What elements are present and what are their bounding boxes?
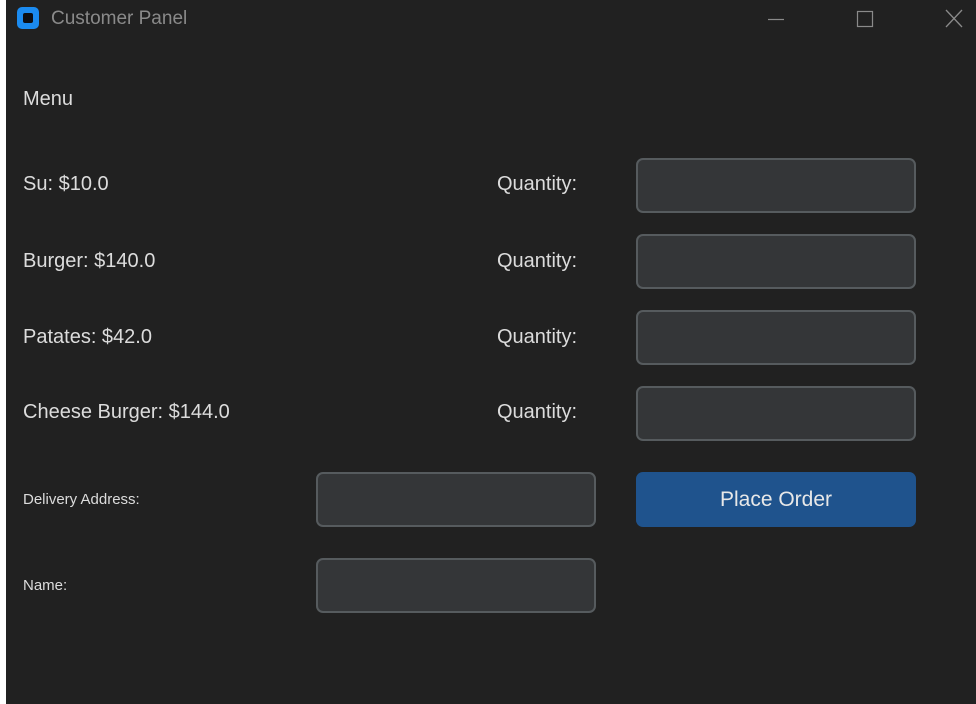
maximize-button[interactable]	[842, 0, 888, 36]
name-input[interactable]	[316, 558, 596, 613]
menu-item-burger-label: Burger: $140.0	[23, 250, 156, 272]
menu-item-su-label: Su: $10.0	[23, 173, 109, 195]
customer-panel-window: Customer Panel Menu Su: $10.0 Quantity: …	[6, 0, 976, 704]
delivery-address-input[interactable]	[316, 472, 596, 527]
name-label: Name:	[23, 577, 68, 594]
quantity-input-su[interactable]	[636, 158, 916, 213]
quantity-label-burger: Quantity:	[497, 250, 578, 272]
quantity-input-burger[interactable]	[636, 234, 916, 289]
close-button[interactable]	[930, 0, 976, 36]
minimize-icon	[768, 18, 784, 21]
quantity-label-su: Quantity:	[497, 173, 578, 195]
quantity-label-cheese-burger: Quantity:	[497, 401, 578, 423]
place-order-button[interactable]: Place Order	[636, 472, 916, 527]
quantity-input-patates[interactable]	[636, 310, 916, 365]
menu-item-patates-label: Patates: $42.0	[23, 326, 152, 348]
close-icon	[945, 9, 963, 28]
app-icon	[17, 7, 39, 29]
menu-heading: Menu	[23, 88, 74, 110]
quantity-input-cheese-burger[interactable]	[636, 386, 916, 441]
title-bar[interactable]: Customer Panel	[6, 0, 976, 40]
minimize-button[interactable]	[752, 0, 798, 36]
window-title: Customer Panel	[51, 8, 188, 29]
maximize-icon	[856, 10, 874, 28]
quantity-label-patates: Quantity:	[497, 326, 578, 348]
menu-item-cheese-burger-label: Cheese Burger: $144.0	[23, 401, 230, 423]
delivery-address-label: Delivery Address:	[23, 491, 140, 508]
